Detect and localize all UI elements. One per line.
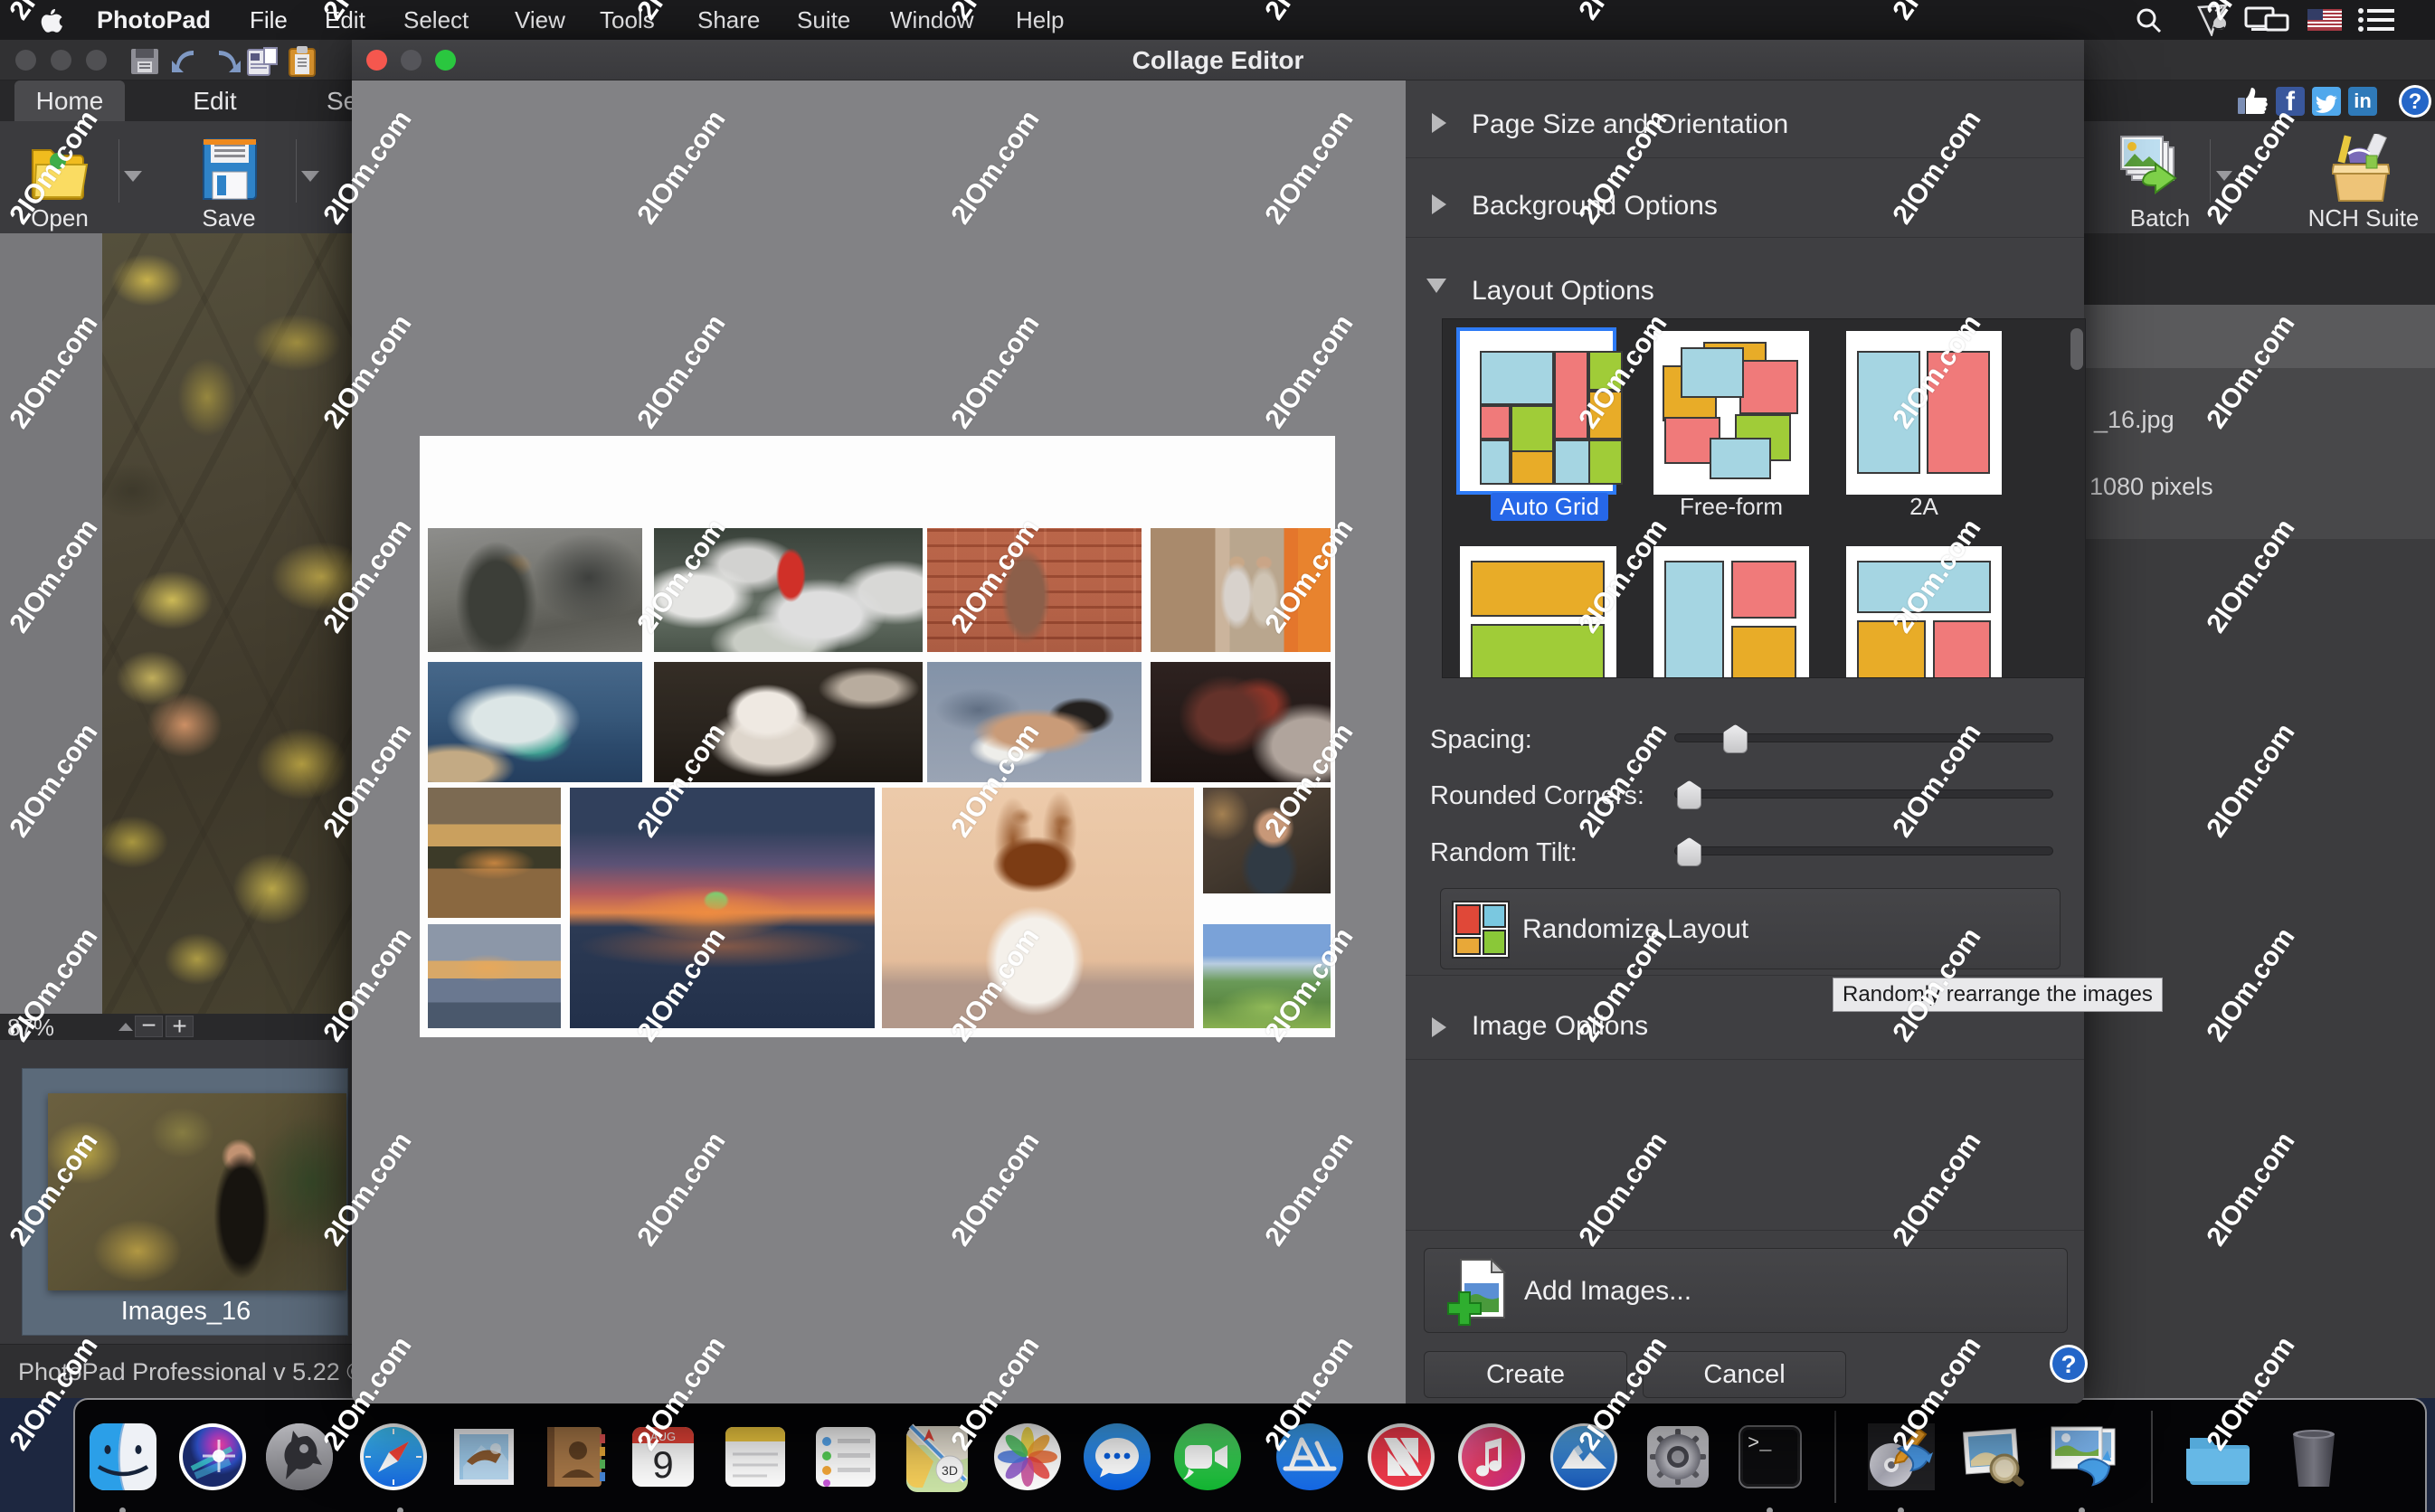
- svg-text:9: 9: [652, 1443, 673, 1486]
- svg-text:>_: >_: [1748, 1432, 1772, 1455]
- svg-text:3D: 3D: [942, 1463, 958, 1478]
- svg-text:AUG: AUG: [650, 1430, 676, 1443]
